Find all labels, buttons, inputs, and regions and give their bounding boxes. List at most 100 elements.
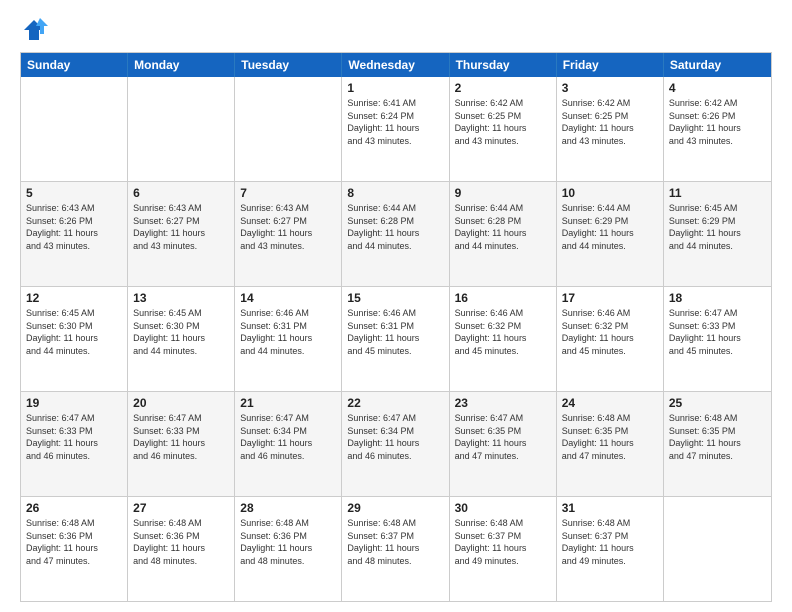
header: [20, 16, 772, 44]
day-number: 16: [455, 291, 551, 305]
day-cell-23: 23 Sunrise: 6:47 AM Sunset: 6:35 PM Dayli…: [450, 392, 557, 496]
empty-cell-4-6: [664, 497, 771, 601]
day-info: Sunrise: 6:42 AM Sunset: 6:25 PM Dayligh…: [562, 97, 658, 147]
day-info: Sunrise: 6:43 AM Sunset: 6:27 PM Dayligh…: [240, 202, 336, 252]
day-cell-14: 14 Sunrise: 6:46 AM Sunset: 6:31 PM Dayli…: [235, 287, 342, 391]
empty-cell-0-1: [128, 77, 235, 181]
day-number: 28: [240, 501, 336, 515]
day-cell-12: 12 Sunrise: 6:45 AM Sunset: 6:30 PM Dayli…: [21, 287, 128, 391]
day-number: 20: [133, 396, 229, 410]
calendar-row-0: 1 Sunrise: 6:41 AM Sunset: 6:24 PM Daylig…: [21, 77, 771, 181]
header-cell-sunday: Sunday: [21, 53, 128, 77]
empty-cell-0-0: [21, 77, 128, 181]
day-number: 13: [133, 291, 229, 305]
day-cell-16: 16 Sunrise: 6:46 AM Sunset: 6:32 PM Dayli…: [450, 287, 557, 391]
day-number: 30: [455, 501, 551, 515]
day-number: 17: [562, 291, 658, 305]
day-number: 1: [347, 81, 443, 95]
day-number: 2: [455, 81, 551, 95]
day-info: Sunrise: 6:48 AM Sunset: 6:37 PM Dayligh…: [347, 517, 443, 567]
day-info: Sunrise: 6:44 AM Sunset: 6:29 PM Dayligh…: [562, 202, 658, 252]
day-cell-15: 15Sunrise: 6:46 AM Sunset: 6:31 PM Dayli…: [342, 287, 449, 391]
day-info: Sunrise: 6:48 AM Sunset: 6:35 PM Dayligh…: [562, 412, 658, 462]
day-number: 6: [133, 186, 229, 200]
day-number: 24: [562, 396, 658, 410]
day-info: Sunrise: 6:45 AM Sunset: 6:29 PM Dayligh…: [669, 202, 766, 252]
logo-icon: [20, 16, 48, 44]
day-info: Sunrise: 6:47 AM Sunset: 6:33 PM Dayligh…: [669, 307, 766, 357]
day-cell-1: 1 Sunrise: 6:41 AM Sunset: 6:24 PM Daylig…: [342, 77, 449, 181]
day-info: Sunrise: 6:47 AM Sunset: 6:33 PM Dayligh…: [26, 412, 122, 462]
calendar-header: SundayMondayTuesdayWednesdayThursdayFrid…: [21, 53, 771, 77]
day-cell-19: 19 Sunrise: 6:47 AM Sunset: 6:33 PM Dayli…: [21, 392, 128, 496]
day-number: 11: [669, 186, 766, 200]
day-cell-21: 21 Sunrise: 6:47 AM Sunset: 6:34 PM Dayli…: [235, 392, 342, 496]
header-cell-monday: Monday: [128, 53, 235, 77]
day-info: Sunrise: 6:43 AM Sunset: 6:27 PM Dayligh…: [133, 202, 229, 252]
day-info: Sunrise: 6:48 AM Sunset: 6:36 PM Dayligh…: [26, 517, 122, 567]
day-cell-28: 28Sunrise: 6:48 AM Sunset: 6:36 PM Dayli…: [235, 497, 342, 601]
day-info: Sunrise: 6:47 AM Sunset: 6:34 PM Dayligh…: [347, 412, 443, 462]
header-cell-saturday: Saturday: [664, 53, 771, 77]
day-info: Sunrise: 6:42 AM Sunset: 6:26 PM Dayligh…: [669, 97, 766, 147]
day-cell-7: 7Sunrise: 6:43 AM Sunset: 6:27 PM Daylig…: [235, 182, 342, 286]
day-number: 25: [669, 396, 766, 410]
day-number: 19: [26, 396, 122, 410]
day-info: Sunrise: 6:47 AM Sunset: 6:33 PM Dayligh…: [133, 412, 229, 462]
page: SundayMondayTuesdayWednesdayThursdayFrid…: [0, 0, 792, 612]
day-cell-31: 31Sunrise: 6:48 AM Sunset: 6:37 PM Dayli…: [557, 497, 664, 601]
day-cell-8: 8 Sunrise: 6:44 AM Sunset: 6:28 PM Daylig…: [342, 182, 449, 286]
calendar: SundayMondayTuesdayWednesdayThursdayFrid…: [20, 52, 772, 602]
day-info: Sunrise: 6:46 AM Sunset: 6:32 PM Dayligh…: [455, 307, 551, 357]
day-info: Sunrise: 6:48 AM Sunset: 6:35 PM Dayligh…: [669, 412, 766, 462]
header-cell-friday: Friday: [557, 53, 664, 77]
day-number: 23: [455, 396, 551, 410]
calendar-body: 1 Sunrise: 6:41 AM Sunset: 6:24 PM Daylig…: [21, 77, 771, 601]
day-info: Sunrise: 6:45 AM Sunset: 6:30 PM Dayligh…: [133, 307, 229, 357]
calendar-row-4: 26 Sunrise: 6:48 AM Sunset: 6:36 PM Dayli…: [21, 496, 771, 601]
header-cell-tuesday: Tuesday: [235, 53, 342, 77]
day-number: 26: [26, 501, 122, 515]
day-number: 9: [455, 186, 551, 200]
day-info: Sunrise: 6:48 AM Sunset: 6:37 PM Dayligh…: [562, 517, 658, 567]
day-number: 14: [240, 291, 336, 305]
day-info: Sunrise: 6:48 AM Sunset: 6:36 PM Dayligh…: [133, 517, 229, 567]
day-number: 29: [347, 501, 443, 515]
day-info: Sunrise: 6:44 AM Sunset: 6:28 PM Dayligh…: [455, 202, 551, 252]
day-cell-22: 22 Sunrise: 6:47 AM Sunset: 6:34 PM Dayli…: [342, 392, 449, 496]
day-info: Sunrise: 6:45 AM Sunset: 6:30 PM Dayligh…: [26, 307, 122, 357]
day-info: Sunrise: 6:48 AM Sunset: 6:37 PM Dayligh…: [455, 517, 551, 567]
day-info: Sunrise: 6:46 AM Sunset: 6:31 PM Dayligh…: [347, 307, 443, 357]
day-number: 22: [347, 396, 443, 410]
day-number: 21: [240, 396, 336, 410]
day-number: 12: [26, 291, 122, 305]
day-cell-27: 27 Sunrise: 6:48 AM Sunset: 6:36 PM Dayli…: [128, 497, 235, 601]
header-cell-thursday: Thursday: [450, 53, 557, 77]
day-cell-29: 29 Sunrise: 6:48 AM Sunset: 6:37 PM Dayli…: [342, 497, 449, 601]
day-number: 18: [669, 291, 766, 305]
day-info: Sunrise: 6:41 AM Sunset: 6:24 PM Dayligh…: [347, 97, 443, 147]
day-cell-3: 3 Sunrise: 6:42 AM Sunset: 6:25 PM Daylig…: [557, 77, 664, 181]
day-cell-24: 24 Sunrise: 6:48 AM Sunset: 6:35 PM Dayli…: [557, 392, 664, 496]
day-info: Sunrise: 6:46 AM Sunset: 6:32 PM Dayligh…: [562, 307, 658, 357]
day-info: Sunrise: 6:44 AM Sunset: 6:28 PM Dayligh…: [347, 202, 443, 252]
day-number: 3: [562, 81, 658, 95]
day-info: Sunrise: 6:47 AM Sunset: 6:34 PM Dayligh…: [240, 412, 336, 462]
day-cell-26: 26 Sunrise: 6:48 AM Sunset: 6:36 PM Dayli…: [21, 497, 128, 601]
day-cell-13: 13 Sunrise: 6:45 AM Sunset: 6:30 PM Dayli…: [128, 287, 235, 391]
day-number: 27: [133, 501, 229, 515]
day-number: 8: [347, 186, 443, 200]
logo: [20, 16, 52, 44]
day-info: Sunrise: 6:42 AM Sunset: 6:25 PM Dayligh…: [455, 97, 551, 147]
calendar-row-3: 19 Sunrise: 6:47 AM Sunset: 6:33 PM Dayli…: [21, 391, 771, 496]
day-number: 5: [26, 186, 122, 200]
day-cell-4: 4Sunrise: 6:42 AM Sunset: 6:26 PM Daylig…: [664, 77, 771, 181]
day-number: 10: [562, 186, 658, 200]
day-cell-17: 17 Sunrise: 6:46 AM Sunset: 6:32 PM Dayli…: [557, 287, 664, 391]
day-info: Sunrise: 6:46 AM Sunset: 6:31 PM Dayligh…: [240, 307, 336, 357]
day-cell-20: 20 Sunrise: 6:47 AM Sunset: 6:33 PM Dayli…: [128, 392, 235, 496]
day-cell-10: 10 Sunrise: 6:44 AM Sunset: 6:29 PM Dayli…: [557, 182, 664, 286]
calendar-row-1: 5 Sunrise: 6:43 AM Sunset: 6:26 PM Daylig…: [21, 181, 771, 286]
day-info: Sunrise: 6:47 AM Sunset: 6:35 PM Dayligh…: [455, 412, 551, 462]
day-info: Sunrise: 6:43 AM Sunset: 6:26 PM Dayligh…: [26, 202, 122, 252]
